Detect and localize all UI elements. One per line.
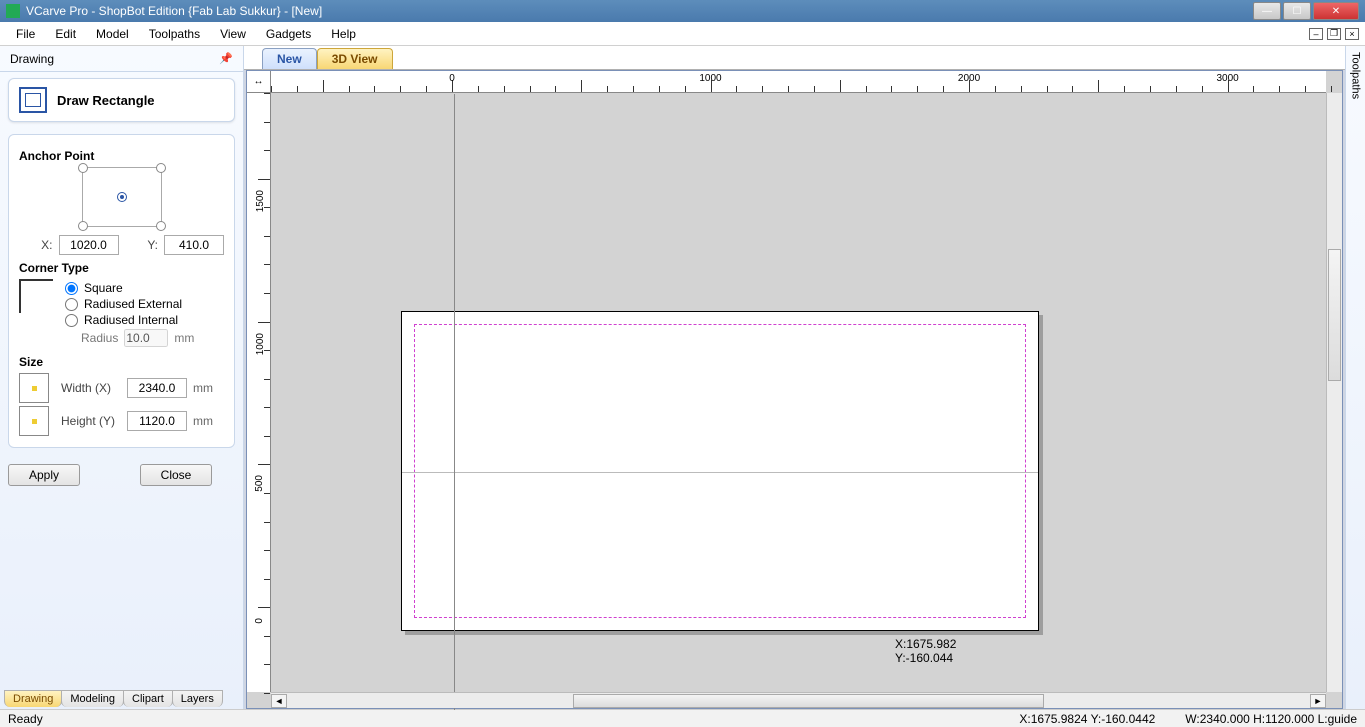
tool-header: Draw Rectangle <box>8 78 235 122</box>
vertical-scrollbar[interactable] <box>1326 93 1342 692</box>
close-panel-button[interactable]: Close <box>140 464 212 486</box>
menu-view[interactable]: View <box>210 25 256 43</box>
corner-int-radio[interactable] <box>65 314 78 327</box>
toolpaths-label: Toolpaths <box>1350 46 1362 99</box>
anchor-center[interactable] <box>117 192 127 202</box>
pin-icon[interactable]: 📌 <box>219 52 233 65</box>
cursor-y: Y:-160.044 <box>895 651 956 665</box>
guide-horizontal <box>402 472 1038 473</box>
width-icon[interactable] <box>19 373 49 403</box>
title-bar: VCarve Pro - ShopBot Edition {Fab Lab Su… <box>0 0 1365 22</box>
height-icon[interactable] <box>19 406 49 436</box>
cursor-x: X:1675.982 <box>895 637 956 651</box>
corner-square-label: Square <box>84 281 123 295</box>
toolpaths-panel-collapsed[interactable]: Toolpaths <box>1345 46 1365 709</box>
corner-square-radio[interactable] <box>65 282 78 295</box>
maximize-button[interactable]: ☐ <box>1283 2 1311 20</box>
size-label: Size <box>19 355 224 369</box>
scroll-left-icon[interactable]: ◄ <box>271 694 287 708</box>
canvas-area: New 3D View ↔ 0100020003000 050010001500… <box>244 46 1345 709</box>
menu-bar: File Edit Model Toolpaths View Gadgets H… <box>0 22 1365 46</box>
height-input[interactable] <box>127 411 187 431</box>
corner-ext-radio[interactable] <box>65 298 78 311</box>
status-ready: Ready <box>8 712 43 726</box>
menu-gadgets[interactable]: Gadgets <box>256 25 321 43</box>
view-tab-new[interactable]: New <box>262 48 317 69</box>
mdi-restore-icon[interactable]: ❐ <box>1327 28 1341 40</box>
hscroll-thumb[interactable] <box>573 694 1044 708</box>
corner-ext-label: Radiused External <box>84 297 182 311</box>
anchor-grid[interactable] <box>82 167 162 227</box>
view-tab-3d[interactable]: 3D View <box>317 48 393 69</box>
cursor-readout: X:1675.982 Y:-160.044 <box>895 637 956 665</box>
radius-unit: mm <box>174 331 194 345</box>
x-label: X: <box>19 238 53 252</box>
menu-file[interactable]: File <box>6 25 45 43</box>
height-unit: mm <box>193 414 213 428</box>
height-label: Height (Y) <box>61 414 121 428</box>
menu-toolpaths[interactable]: Toolpaths <box>139 25 210 43</box>
drawing-panel: Drawing 📌 Draw Rectangle Anchor Point X:… <box>0 46 244 709</box>
panel-bottom-tabs: Drawing Modeling Clipart Layers <box>0 690 243 709</box>
status-xy: X:1675.9824 Y:-160.0442 <box>1019 712 1155 726</box>
anchor-bottom-left[interactable] <box>78 221 88 231</box>
panel-title: Drawing <box>10 52 54 66</box>
apply-button[interactable]: Apply <box>8 464 80 486</box>
horizontal-ruler[interactable]: 0100020003000 <box>271 71 1326 93</box>
rectangle-icon <box>19 87 47 113</box>
width-label: Width (X) <box>61 381 121 395</box>
corner-preview-icon <box>19 279 53 313</box>
status-bar: Ready X:1675.9824 Y:-160.0442 W:2340.000… <box>0 709 1365 727</box>
radius-label: Radius <box>81 331 118 345</box>
close-button[interactable]: ✕ <box>1313 2 1359 20</box>
corner-type-label: Corner Type <box>19 261 224 275</box>
scroll-right-icon[interactable]: ► <box>1310 694 1326 708</box>
window-title: VCarve Pro - ShopBot Edition {Fab Lab Su… <box>26 4 1251 18</box>
anchor-bottom-right[interactable] <box>156 221 166 231</box>
vscroll-thumb[interactable] <box>1328 249 1341 381</box>
menu-help[interactable]: Help <box>321 25 366 43</box>
material-rectangle[interactable] <box>401 311 1039 631</box>
status-dims: W:2340.000 H:1120.000 L:guide <box>1185 712 1357 726</box>
mdi-close-icon[interactable]: × <box>1345 28 1359 40</box>
radius-input <box>124 329 168 347</box>
tab-clipart[interactable]: Clipart <box>123 690 173 707</box>
tab-layers[interactable]: Layers <box>172 690 223 707</box>
app-icon <box>6 4 20 18</box>
tool-title: Draw Rectangle <box>57 93 155 108</box>
design-view[interactable]: X:1675.982 Y:-160.044 <box>271 93 1326 692</box>
width-unit: mm <box>193 381 213 395</box>
corner-int-label: Radiused Internal <box>84 313 178 327</box>
y-input[interactable] <box>164 235 224 255</box>
mdi-minimize-icon[interactable]: – <box>1309 28 1323 40</box>
vertical-ruler[interactable]: 050010001500 <box>247 93 271 692</box>
selection-marquee <box>414 324 1026 618</box>
tab-drawing[interactable]: Drawing <box>4 690 62 707</box>
horizontal-scrollbar[interactable]: ◄ ► <box>271 692 1326 708</box>
minimize-button[interactable]: — <box>1253 2 1281 20</box>
menu-edit[interactable]: Edit <box>45 25 86 43</box>
anchor-label: Anchor Point <box>19 149 224 163</box>
width-input[interactable] <box>127 378 187 398</box>
tab-modeling[interactable]: Modeling <box>61 690 124 707</box>
anchor-top-right[interactable] <box>156 163 166 173</box>
guide-vertical <box>454 94 455 710</box>
menu-model[interactable]: Model <box>86 25 139 43</box>
y-label: Y: <box>125 238 159 252</box>
x-input[interactable] <box>59 235 119 255</box>
anchor-section: Anchor Point X: Y: Corner Type Square Ra… <box>8 134 235 448</box>
anchor-top-left[interactable] <box>78 163 88 173</box>
ruler-origin[interactable]: ↔ <box>247 71 271 93</box>
